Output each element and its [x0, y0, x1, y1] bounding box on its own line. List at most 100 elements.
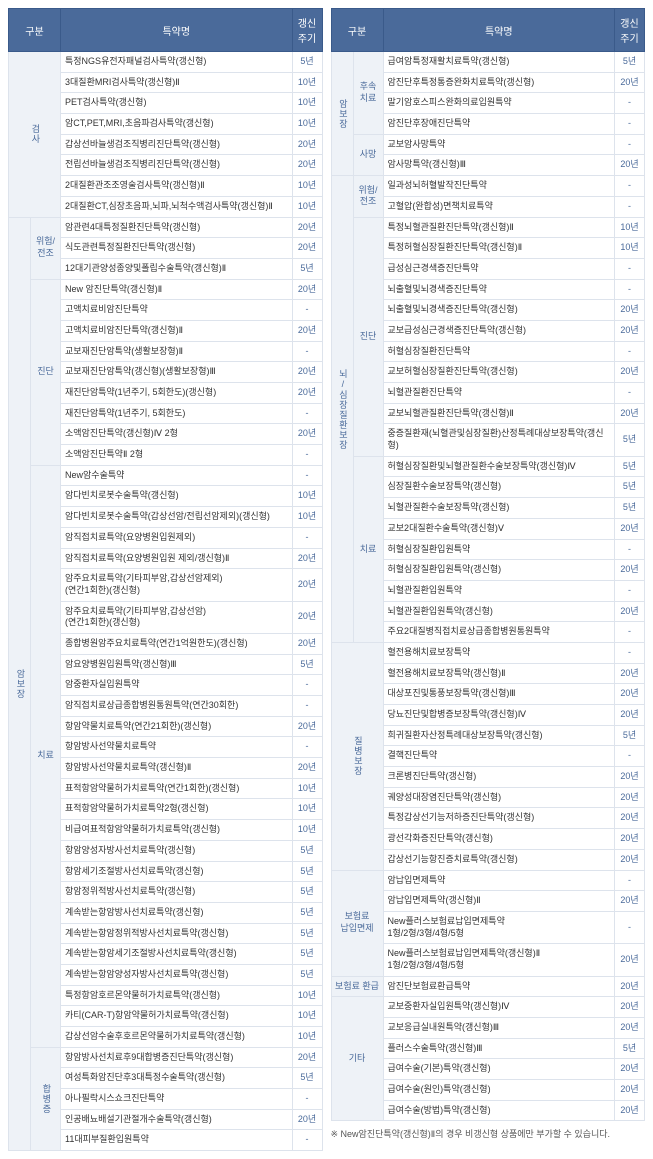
- table-row: 보험료 환급암진단보험료환급특약20년: [331, 976, 645, 997]
- rider-name: New플러스보험료납입면제특약(갱신형)Ⅱ 1형/2형/3형/4형/5형: [383, 944, 615, 976]
- renewal-cycle: 5년: [292, 861, 322, 882]
- rider-name: 주요2대질병직접치료상급종합병원통원특약: [383, 622, 615, 643]
- renewal-cycle: 20년: [615, 560, 645, 581]
- subcat-cell: 합병증: [31, 1047, 61, 1150]
- rider-name: 특정NGS유전자패널검사특약(갱신형): [61, 52, 293, 73]
- header-gubun: 구분: [9, 9, 61, 52]
- table-row: 보험료 납입면제암납입면제특약-: [331, 870, 645, 891]
- renewal-cycle: 20년: [615, 320, 645, 341]
- rider-name: 2대질환CT,심장초음파,뇌파,뇌척수액검사특약(갱신형)Ⅱ: [61, 196, 293, 217]
- renewal-cycle: 20년: [615, 787, 645, 808]
- subcat-cell: 진단: [31, 279, 61, 465]
- renewal-cycle: 20년: [292, 217, 322, 238]
- renewal-cycle: -: [615, 383, 645, 404]
- renewal-cycle: 10년: [615, 217, 645, 238]
- renewal-cycle: -: [615, 258, 645, 279]
- renewal-cycle: -: [615, 539, 645, 560]
- table-row: 암보장후속 치료급여암특정재활치료특약(갱신형)5년: [331, 52, 645, 73]
- rider-name: 항암정위적방사선치료특약(갱신형): [61, 882, 293, 903]
- subcat-cell: 사망: [353, 134, 383, 175]
- rider-name: 계속받는항암방사선치료특약(갱신형): [61, 902, 293, 923]
- rider-name: 고액치료비암진단특약: [61, 300, 293, 321]
- renewal-cycle: 20년: [292, 758, 322, 779]
- rider-name: 3대질환MRI검사특약(갱신형)Ⅱ: [61, 72, 293, 93]
- rider-name: 교보급성심근경색증진단특약(갱신형): [383, 320, 615, 341]
- renewal-cycle: 20년: [615, 72, 645, 93]
- rider-name: 급여수술(원인)특약(갱신형): [383, 1080, 615, 1101]
- renewal-cycle: 10년: [292, 1027, 322, 1048]
- table-row: 질병보장혈전용해치료보장특약-: [331, 642, 645, 663]
- rider-name: 2대질환관조조영술검사특약(갱신형)Ⅱ: [61, 176, 293, 197]
- renewal-cycle: -: [292, 1089, 322, 1110]
- renewal-cycle: 20년: [615, 891, 645, 912]
- renewal-cycle: 20년: [615, 997, 645, 1018]
- rider-name: 심장질환수술보장특약(갱신형): [383, 477, 615, 498]
- rider-name: 항암양성자방사선치료특약(갱신형): [61, 840, 293, 861]
- renewal-cycle: 20년: [292, 238, 322, 259]
- rider-name: 여성특화암진단후3대특정수술특약(갱신형): [61, 1068, 293, 1089]
- rider-name: 암직접치료특약(요양병원입원 제외/갱신형)Ⅱ: [61, 548, 293, 569]
- rider-name: 암사망특약(갱신형)Ⅲ: [383, 155, 615, 176]
- rider-name: 교보재진단암특약(생활보장형)Ⅱ: [61, 341, 293, 362]
- rider-name: 카티(CAR-T)항암약물허가치료특약(갱신형): [61, 1006, 293, 1027]
- renewal-cycle: 5년: [615, 477, 645, 498]
- renewal-cycle: 20년: [292, 279, 322, 300]
- renewal-cycle: 5년: [292, 923, 322, 944]
- renewal-cycle: -: [292, 341, 322, 362]
- renewal-cycle: 20년: [292, 424, 322, 445]
- renewal-cycle: 20년: [292, 1109, 322, 1130]
- subcat-cell: 진단: [353, 217, 383, 456]
- renewal-cycle: -: [615, 93, 645, 114]
- renewal-cycle: 5년: [292, 258, 322, 279]
- rider-name: 뇌출혈및뇌경색증진단특약: [383, 279, 615, 300]
- renewal-cycle: -: [615, 341, 645, 362]
- gubun-cell: 암보장: [331, 52, 353, 176]
- rider-name: 암진단후장애진단특약: [383, 114, 615, 135]
- gubun-cell: 보험료 환급: [331, 976, 383, 997]
- rider-name: 말기암호스피스완화의료입원특약: [383, 93, 615, 114]
- renewal-cycle: 10년: [292, 486, 322, 507]
- renewal-cycle: -: [292, 527, 322, 548]
- rider-name: 소액암진단특약Ⅱ 2형: [61, 445, 293, 466]
- rider-name: 암진단보험료환급특약: [383, 976, 615, 997]
- rider-name: 중증질환재(뇌혈관및심장질환)산정특례대상보장특약(갱신형): [383, 424, 615, 456]
- rider-name: 항암세기조절방사선치료특약(갱신형): [61, 861, 293, 882]
- renewal-cycle: -: [615, 279, 645, 300]
- gubun-cell: 검사: [9, 52, 61, 218]
- rider-name: 암중환자실입원특약: [61, 675, 293, 696]
- rider-name: 암관련4대특정질환진단특약(갱신형): [61, 217, 293, 238]
- renewal-cycle: 10년: [292, 196, 322, 217]
- renewal-cycle: 5년: [615, 456, 645, 477]
- renewal-cycle: 20년: [615, 1018, 645, 1039]
- rider-name: 종합병원암주요치료특약(연간1억원한도)(갱신형): [61, 633, 293, 654]
- rider-name: 특정갑상선기능저하증진단특약(갱신형): [383, 808, 615, 829]
- renewal-cycle: -: [292, 675, 322, 696]
- renewal-cycle: -: [615, 911, 645, 943]
- renewal-cycle: 5년: [615, 424, 645, 456]
- header-gubun: 구분: [331, 9, 383, 52]
- renewal-cycle: 5년: [292, 52, 322, 73]
- footnote: ※ New암진단특약(갱신형)Ⅱ의 경우 비갱신형 상품에만 부가할 수 있습니…: [331, 1127, 646, 1140]
- renewal-cycle: -: [615, 114, 645, 135]
- renewal-cycle: 10년: [292, 176, 322, 197]
- renewal-cycle: 20년: [615, 944, 645, 976]
- header-cycle: 갱신 주기: [292, 9, 322, 52]
- rider-name: 교보응급실내원특약(갱신형)Ⅲ: [383, 1018, 615, 1039]
- subcat-cell: 치료: [353, 456, 383, 642]
- rider-name: 암다빈치로봇수술특약(갑상선암/전립선암제외)(갱신형): [61, 507, 293, 528]
- renewal-cycle: 20년: [615, 808, 645, 829]
- renewal-cycle: 20년: [292, 601, 322, 633]
- renewal-cycle: -: [615, 196, 645, 217]
- rider-name: 급여수술(기본)특약(갱신형): [383, 1059, 615, 1080]
- renewal-cycle: 20년: [292, 155, 322, 176]
- rider-name: 교보중환자실입원특약(갱신형)Ⅳ: [383, 997, 615, 1018]
- renewal-cycle: 20년: [292, 548, 322, 569]
- rider-name: 허혈심장질환진단특약: [383, 341, 615, 362]
- renewal-cycle: 5년: [615, 52, 645, 73]
- renewal-cycle: 20년: [292, 716, 322, 737]
- renewal-cycle: 5년: [292, 1068, 322, 1089]
- renewal-cycle: 20년: [615, 300, 645, 321]
- rider-name: 교보암사망특약: [383, 134, 615, 155]
- rider-name: 고액치료비암진단특약(갱신형)Ⅱ: [61, 320, 293, 341]
- renewal-cycle: 5년: [615, 1038, 645, 1059]
